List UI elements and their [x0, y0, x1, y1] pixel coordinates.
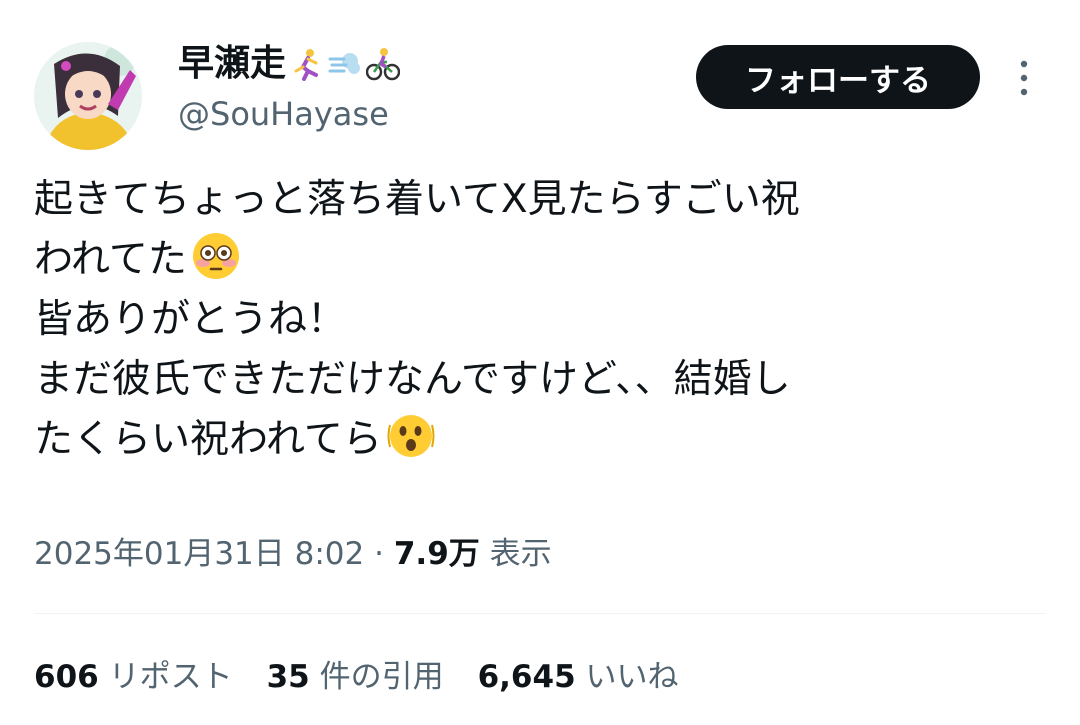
tweet-line: たくらい祝われてら: [34, 417, 382, 462]
tweet-meta: 2025年01月31日 8:02 · 7.9万 表示: [34, 532, 552, 576]
reposts-count: 606: [34, 659, 99, 695]
timestamp[interactable]: 2025年01月31日 8:02: [34, 536, 364, 572]
more-options-icon[interactable]: [1008, 56, 1040, 100]
shaking-face-icon: [386, 411, 436, 461]
tweet-line-with-emoji: われてた: [34, 230, 1044, 290]
tweet-line: まだ彼氏できただけなんですけど、、結婚し: [34, 357, 791, 402]
tweet-line: 起きてちょっと落ち着いてX見たらすごい祝: [34, 177, 800, 222]
author-handle[interactable]: @SouHayase: [178, 95, 389, 133]
dash-icon: [328, 47, 362, 81]
tweet-stats: 606 リポスト 35 件の引用 6,645 いいね: [34, 655, 679, 699]
divider: [34, 613, 1046, 614]
quotes-stat[interactable]: 35 件の引用: [267, 655, 444, 699]
tweet-text: 起きてちょっと落ち着いてX見たらすごい祝 われてた 皆ありがとうね！ まだ彼氏で…: [34, 170, 1044, 470]
quotes-count: 35: [266, 659, 310, 695]
views-count: 7.9万: [393, 536, 480, 572]
likes-count: 6,645: [477, 659, 576, 695]
likes-stat[interactable]: 6,645 いいね: [478, 655, 679, 699]
woman-biking-icon: [365, 47, 401, 81]
person-running-icon: [290, 47, 324, 81]
follow-button[interactable]: フォローする: [696, 45, 980, 109]
likes-label: いいね: [585, 659, 679, 695]
tweet-line: 皆ありがとうね！: [34, 297, 347, 342]
display-name: 早瀬走: [178, 43, 287, 84]
quotes-label: 件の引用: [319, 659, 444, 695]
avatar[interactable]: [34, 42, 142, 150]
tweet-line-with-emoji: たくらい祝われてら: [34, 410, 1044, 470]
avatar-image: [34, 42, 142, 150]
flushed-face-icon: [191, 231, 241, 281]
meta-separator: ·: [374, 536, 384, 572]
reposts-label: リポスト: [108, 659, 233, 695]
reposts-stat[interactable]: 606 リポスト: [34, 655, 233, 699]
author-name[interactable]: 早瀬走: [178, 43, 401, 84]
tweet-line: われてた: [34, 237, 187, 282]
views-label: 表示: [489, 536, 552, 572]
